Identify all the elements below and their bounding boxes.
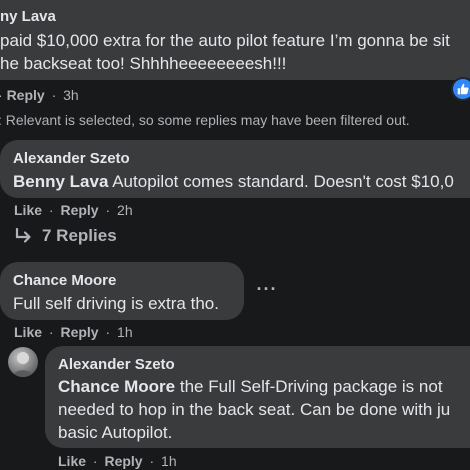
reply-button[interactable]: Reply [60,202,98,218]
comment-author[interactable]: Alexander Szeto [58,356,175,373]
like-button[interactable]: Like [58,453,86,469]
comment-text: Chance Moore the Full Self-Driving packa… [58,375,450,444]
comment-actions: Like · Reply · 1h [58,453,177,469]
avatar-image-icon [13,352,33,377]
comment-text-line: Chance Moore the Full Self-Driving packa… [58,375,450,398]
comment-text: Full self driving is extra tho. [13,294,219,313]
like-button[interactable]: Like [14,324,42,340]
filter-notice: : Relevant is selected, so some replies … [0,112,410,128]
comment-actions: Like · Reply · 1h [14,324,133,340]
timestamp[interactable]: 3h [63,87,79,103]
reply-button[interactable]: Reply [7,87,45,103]
separator-dot: · [51,87,57,103]
comment-bubble-alexander-reply: Alexander Szeto Chance Moore the Full Se… [45,346,470,448]
like-reaction-icon[interactable] [451,77,470,101]
comment-actions: · Reply · 3h [0,87,79,103]
view-replies-link[interactable]: 7 Replies [14,226,117,246]
comment-bubble-benny: ny Lava paid $10,000 extra for the auto … [0,0,470,80]
reply-button[interactable]: Reply [60,324,98,340]
comment-text-line: needed to hop in the back seat. Can be d… [58,400,451,419]
user-avatar[interactable] [8,347,38,377]
comment-author[interactable]: ny Lava [0,8,56,25]
separator-dot: · [105,324,111,340]
timestamp[interactable]: 1h [161,453,177,469]
comment-text-line: paid $10,000 extra for the auto pilot fe… [0,31,450,50]
comment-text: Benny Lava Autopilot comes standard. Doe… [13,170,454,193]
separator-dot: · [0,87,3,103]
comment-bubble-alexander: Alexander Szeto Benny Lava Autopilot com… [0,140,470,198]
separator-dot: · [48,324,54,340]
like-button[interactable]: Like [14,202,42,218]
comment-thread: ny Lava paid $10,000 extra for the auto … [0,0,470,470]
comment-text-line: he backseat too! Shhhheeeeeeeesh!!! [0,54,287,73]
comment-text: paid $10,000 extra for the auto pilot fe… [0,29,450,75]
separator-dot: · [48,202,54,218]
comment-body: Autopilot comes standard. Doesn't cost $… [108,172,454,191]
view-replies-label: 7 Replies [42,226,117,245]
separator-dot: · [92,453,98,469]
separator-dot: · [149,453,155,469]
comment-author[interactable]: Alexander Szeto [13,150,130,167]
mention-link[interactable]: Chance Moore [58,377,175,396]
more-options-icon[interactable]: ··· [254,276,280,302]
separator-dot: · [105,202,111,218]
reply-button[interactable]: Reply [104,453,142,469]
comment-author[interactable]: Chance Moore [13,272,116,289]
timestamp[interactable]: 2h [117,202,133,218]
comment-actions: Like · Reply · 2h [14,202,133,218]
comment-bubble-chance: Chance Moore Full self driving is extra … [0,262,244,320]
timestamp[interactable]: 1h [117,324,133,340]
comment-text-line: basic Autopilot. [58,423,173,442]
mention-link[interactable]: Benny Lava [13,172,108,191]
comment-body: the Full Self-Driving package is not [175,377,443,396]
like-thumb-icon [457,83,469,95]
reply-arrow-icon [15,228,31,243]
